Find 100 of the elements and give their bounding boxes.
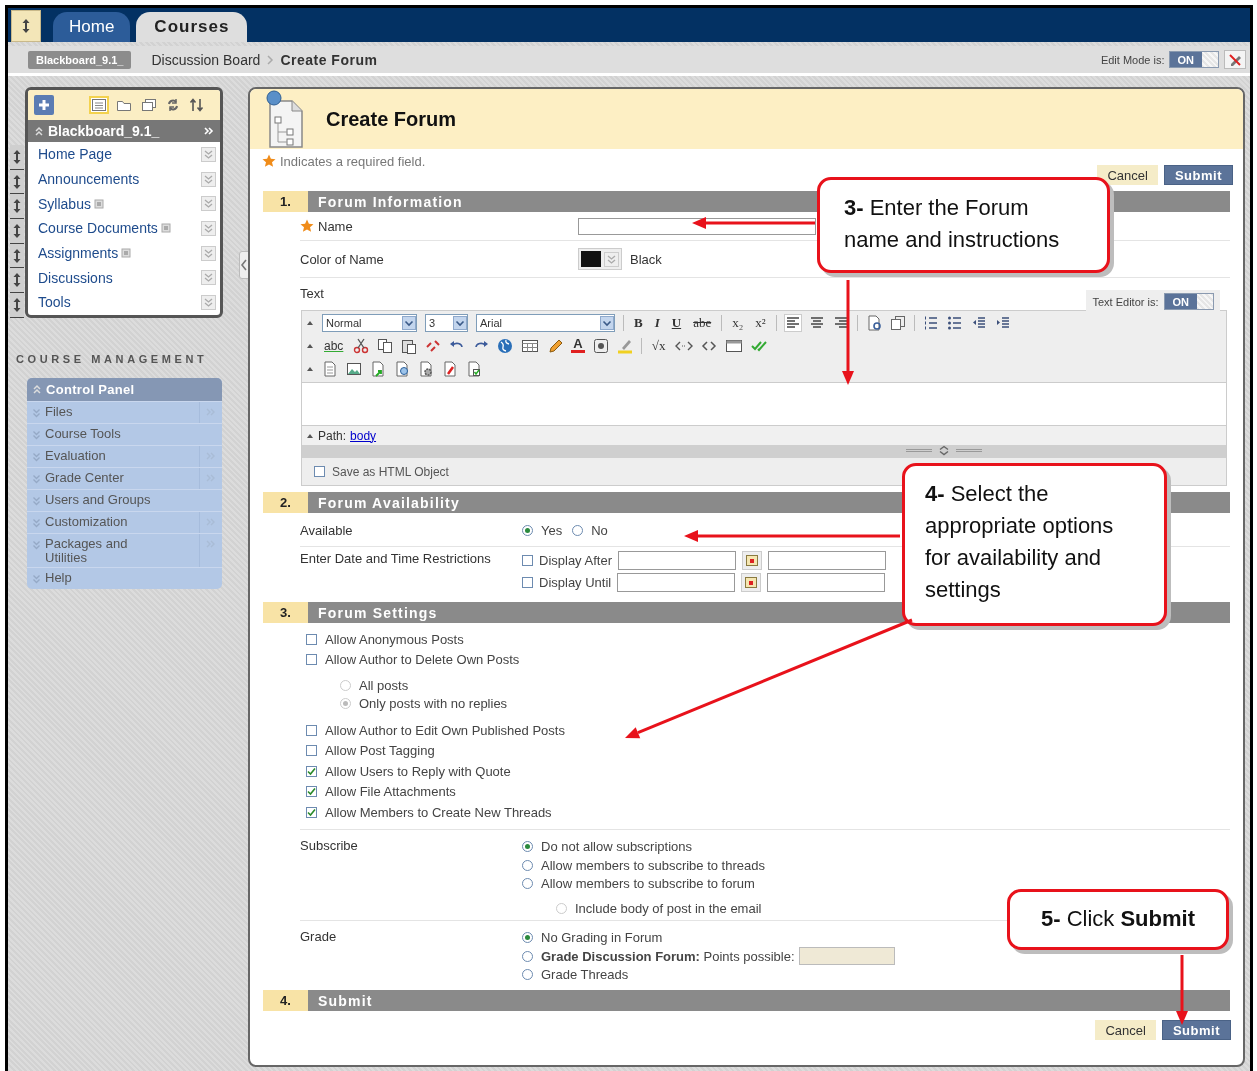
- radio-button[interactable]: [522, 525, 533, 536]
- checkbox[interactable]: [306, 654, 317, 666]
- list-view-icon[interactable]: [91, 98, 107, 112]
- calendar-button[interactable]: [742, 550, 762, 570]
- checkbox[interactable]: [314, 466, 325, 477]
- document-mark-icon[interactable]: [442, 360, 458, 377]
- image-icon[interactable]: [346, 360, 362, 377]
- calendar-button[interactable]: [741, 572, 762, 592]
- checkbox[interactable]: [306, 806, 317, 818]
- highlighter-icon[interactable]: [616, 337, 633, 354]
- control-panel-link[interactable]: Packages and Utilities: [45, 536, 155, 565]
- format-button[interactable]: abc: [322, 338, 346, 353]
- radio-button[interactable]: [522, 878, 533, 890]
- checkbox[interactable]: [306, 724, 317, 736]
- document-checkbox-icon[interactable]: [466, 360, 482, 377]
- copy-icon[interactable]: [377, 337, 394, 354]
- checkbox[interactable]: [306, 633, 317, 645]
- scissors-icon[interactable]: [353, 337, 370, 354]
- format-button[interactable]: √x: [649, 337, 668, 354]
- document-search-icon[interactable]: [394, 360, 410, 377]
- table-icon[interactable]: [521, 337, 540, 354]
- radio-button[interactable]: [522, 969, 533, 981]
- pencil-icon[interactable]: [547, 337, 564, 354]
- control-panel-link[interactable]: Grade Center: [45, 470, 155, 485]
- align-center-icon[interactable]: [808, 314, 825, 331]
- collapse-icon[interactable]: [34, 126, 44, 136]
- date-field[interactable]: [618, 550, 736, 570]
- document-gear-icon[interactable]: [418, 360, 434, 377]
- course-menu-link[interactable]: Syllabus: [38, 195, 91, 212]
- checkbox[interactable]: [306, 745, 317, 757]
- add-menu-item-button[interactable]: [34, 95, 54, 115]
- unlink-icon[interactable]: [425, 337, 442, 354]
- course-menu-link[interactable]: Tools: [38, 294, 71, 311]
- date-field[interactable]: [617, 572, 736, 592]
- control-panel-link[interactable]: Users and Groups: [45, 492, 155, 507]
- item-options-icon[interactable]: [201, 196, 216, 212]
- format-button[interactable]: x₂: [730, 314, 746, 331]
- numbered-list-icon[interactable]: [922, 314, 939, 331]
- control-panel-link[interactable]: Help: [45, 570, 155, 585]
- format-button[interactable]: x²: [753, 314, 768, 331]
- dropdown[interactable]: Normal: [322, 313, 417, 332]
- item-options-icon[interactable]: [201, 294, 216, 310]
- text-editor-toggle[interactable]: ON: [1163, 293, 1214, 310]
- paste-icon[interactable]: [401, 337, 418, 354]
- format-button[interactable]: abe: [691, 314, 714, 331]
- folder-icon[interactable]: [116, 98, 132, 112]
- radio-button[interactable]: [522, 859, 533, 871]
- dropdown[interactable]: 3: [425, 313, 468, 332]
- refresh-icon[interactable]: [166, 98, 180, 112]
- align-left-icon[interactable]: [784, 314, 801, 331]
- control-panel-link[interactable]: Customization: [45, 514, 155, 529]
- align-right-icon[interactable]: [832, 314, 849, 331]
- document-icon[interactable]: [322, 360, 338, 377]
- item-options-icon[interactable]: [201, 245, 216, 261]
- time-field[interactable]: [767, 572, 886, 592]
- breadcrumb-item[interactable]: Discussion Board: [151, 51, 261, 68]
- anchor-icon[interactable]: [592, 337, 609, 354]
- control-panel-link[interactable]: Course Tools: [45, 426, 155, 441]
- course-menu-link[interactable]: Assignments: [38, 245, 119, 262]
- indent-icon[interactable]: [994, 314, 1011, 331]
- documents-icon[interactable]: [889, 314, 906, 331]
- format-button[interactable]: U: [669, 314, 684, 331]
- edit-mode-toggle[interactable]: ON: [1168, 51, 1219, 68]
- format-button[interactable]: A: [571, 338, 585, 353]
- path-link[interactable]: body: [350, 428, 377, 443]
- radio-button[interactable]: [522, 841, 533, 853]
- course-menu-link[interactable]: Course Documents: [38, 220, 158, 237]
- radio-button[interactable]: [522, 932, 533, 944]
- checkbox[interactable]: [522, 576, 533, 588]
- drag-handle-icon[interactable]: [11, 148, 23, 165]
- outdent-icon[interactable]: [970, 314, 987, 331]
- cancel-button[interactable]: Cancel: [1097, 165, 1158, 185]
- item-options-icon[interactable]: [201, 270, 216, 286]
- course-menu-link[interactable]: Announcements: [38, 171, 140, 188]
- control-panel-link[interactable]: Files: [45, 404, 155, 419]
- drag-handle-icon[interactable]: [11, 296, 23, 313]
- window-icon[interactable]: [725, 337, 744, 354]
- color-picker-button[interactable]: [578, 248, 622, 270]
- format-button[interactable]: B: [632, 314, 645, 331]
- bulleted-list-icon[interactable]: [946, 314, 963, 331]
- drag-handle-icon[interactable]: [11, 247, 23, 264]
- tab[interactable]: Courses: [136, 12, 248, 42]
- dropdown[interactable]: Arial: [476, 313, 615, 332]
- course-menu-link[interactable]: Discussions: [38, 269, 113, 286]
- cancel-button[interactable]: Cancel: [1095, 1020, 1156, 1040]
- drag-handle-icon[interactable]: [11, 222, 23, 239]
- checkbox[interactable]: [306, 765, 317, 777]
- app-menu-button[interactable]: [11, 10, 41, 42]
- format-button[interactable]: I: [652, 314, 662, 331]
- checkbox[interactable]: [306, 786, 317, 798]
- points-field[interactable]: [798, 947, 895, 966]
- radio-button[interactable]: [522, 950, 533, 962]
- time-field[interactable]: [768, 550, 886, 570]
- drag-handle-icon[interactable]: [11, 272, 23, 289]
- globe-icon[interactable]: [497, 337, 514, 354]
- drag-handle-icon[interactable]: [11, 198, 23, 215]
- course-menu-link[interactable]: Home Page: [38, 146, 112, 163]
- document-magnifier-icon[interactable]: [865, 314, 882, 331]
- item-options-icon[interactable]: [201, 146, 216, 162]
- radio-button[interactable]: [572, 525, 584, 536]
